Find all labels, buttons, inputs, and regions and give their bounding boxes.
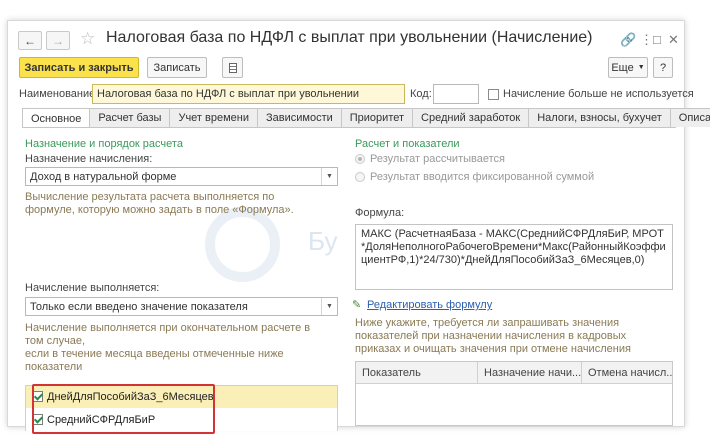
tab-description[interactable]: Описание xyxy=(669,108,710,127)
indicators-table: Показатель Назначение начи... Отмена нач… xyxy=(355,361,673,426)
unused-checkbox[interactable] xyxy=(488,89,499,100)
more-menu-label: Еще xyxy=(611,61,634,74)
dialog-window: ← → ☆ Налоговая база по НДФЛ с выплат пр… xyxy=(7,20,710,434)
edit-formula-link[interactable]: Редактировать формулу xyxy=(367,299,492,311)
arrow-right-icon: → xyxy=(52,33,64,48)
execution-hint-2: если в течение месяца введены отмеченные… xyxy=(25,348,284,373)
indicators-hint: Ниже укажите, требуется ли запрашивать з… xyxy=(355,317,631,355)
save-button[interactable]: Записать xyxy=(147,57,207,78)
name-label: Наименование: xyxy=(19,88,99,100)
execution-label: Начисление выполняется: xyxy=(25,282,160,294)
unused-label: Начисление больше не используется xyxy=(503,88,694,100)
calc-section-title: Расчет и показатели xyxy=(355,138,460,150)
arrow-left-icon: ← xyxy=(24,33,36,48)
maximize-icon[interactable]: □ xyxy=(653,32,661,47)
more-menu-button[interactable]: Еще ▼ xyxy=(608,57,648,78)
tab-average-earnings[interactable]: Средний заработок xyxy=(412,108,530,127)
help-button[interactable]: ? xyxy=(653,57,673,78)
execution-hint-1: Начисление выполняется при окончательном… xyxy=(25,322,311,347)
tab-bar: Основное Расчет базы Учет времени Зависи… xyxy=(22,108,710,128)
purpose-hint: Вычисление результата расчета выполняетс… xyxy=(25,191,294,216)
close-icon[interactable]: ✕ xyxy=(668,32,679,48)
radio-calculated-label: Результат рассчитывается xyxy=(370,153,505,165)
dropdown-arrow-icon[interactable]: ▼ xyxy=(321,168,337,185)
purpose-section-title: Назначение и порядок расчета xyxy=(25,138,183,150)
indicator-list: ДнейДляПособийЗаЗ_6Месяцев СреднийСФРДля… xyxy=(25,385,338,431)
report-button[interactable] xyxy=(222,57,243,78)
watermark-logo xyxy=(205,207,280,282)
list-item[interactable]: ДнейДляПособийЗаЗ_6Месяцев xyxy=(26,386,337,408)
tab-time-tracking[interactable]: Учет времени xyxy=(169,108,258,127)
formula-label: Формула: xyxy=(355,207,405,219)
radio-fixed[interactable] xyxy=(355,172,365,182)
code-label: Код: xyxy=(410,88,432,100)
chevron-down-icon: ▼ xyxy=(637,64,645,71)
column-header-indicator[interactable]: Показатель xyxy=(356,362,478,384)
execution-select[interactable]: Только если введено значение показателя … xyxy=(25,297,338,316)
indicator-checkbox[interactable] xyxy=(32,414,43,425)
indicator-checkbox[interactable] xyxy=(32,391,43,402)
save-and-close-button[interactable]: Записать и закрыть xyxy=(19,57,139,78)
purpose-label: Назначение начисления: xyxy=(25,153,153,165)
column-header-assignment[interactable]: Назначение начи... xyxy=(478,362,582,384)
back-button[interactable]: ← xyxy=(18,31,42,50)
tab-dependencies[interactable]: Зависимости xyxy=(257,108,342,127)
window-title: Налоговая база по НДФЛ с выплат при увол… xyxy=(106,29,593,46)
link-icon[interactable]: 🔗 xyxy=(620,32,636,48)
more-icon[interactable]: ⋮ xyxy=(640,32,653,48)
dropdown-arrow-icon[interactable]: ▼ xyxy=(321,298,337,315)
tab-main[interactable]: Основное xyxy=(22,108,91,128)
pencil-icon: ✎ xyxy=(352,299,362,311)
column-header-cancel[interactable]: Отмена начисл... xyxy=(582,362,672,384)
purpose-select[interactable]: Доход в натуральной форме ▼ xyxy=(25,167,338,186)
tab-taxes[interactable]: Налоги, взносы, бухучет xyxy=(528,108,671,127)
tab-base-calc[interactable]: Расчет базы xyxy=(89,108,171,127)
tab-divider xyxy=(22,127,676,128)
name-input[interactable]: Налоговая база по НДФЛ с выплат при увол… xyxy=(92,84,405,104)
purpose-value: Доход в натуральной форме xyxy=(30,171,177,183)
document-icon xyxy=(228,62,237,73)
radio-calculated[interactable] xyxy=(355,154,365,164)
forward-button[interactable]: → xyxy=(46,31,70,50)
code-input[interactable] xyxy=(433,84,479,104)
indicator-label: СреднийСФРДляБиР xyxy=(47,414,156,426)
execution-value: Только если введено значение показателя xyxy=(30,301,248,313)
radio-fixed-label: Результат вводится фиксированной суммой xyxy=(370,171,595,183)
favorite-star-icon[interactable]: ☆ xyxy=(80,29,95,49)
indicator-label: ДнейДляПособийЗаЗ_6Месяцев xyxy=(47,391,214,403)
tab-priority[interactable]: Приоритет xyxy=(340,108,414,127)
formula-textarea[interactable]: МАКС (РасчетнаяБаза - МАКС(СреднийСФРДля… xyxy=(355,224,673,290)
watermark-text: Бу xyxy=(308,226,338,256)
